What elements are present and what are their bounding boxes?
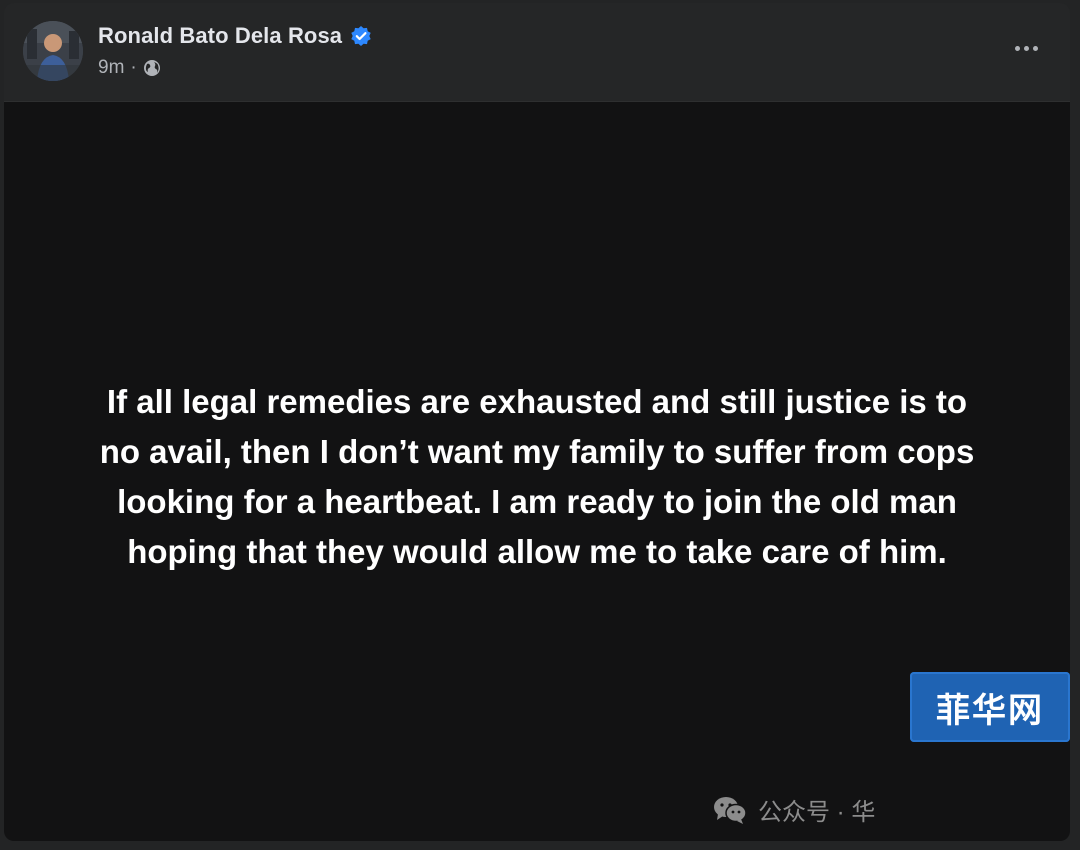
more-options-icon-dot [1023,45,1029,51]
watermark-text: 公众号 · 华 [758,799,876,826]
globe-icon[interactable] [143,59,161,77]
verified-badge-icon [350,25,372,47]
avatar[interactable] [23,21,83,81]
more-options-icon-dot [1032,45,1038,51]
more-options-button[interactable] [1008,33,1044,63]
post-header: Ronald Bato Dela Rosa 9m · [4,3,1070,101]
meta-separator: · [130,57,137,78]
more-options-icon [1014,45,1020,51]
avatar-photo [23,21,83,81]
author-name[interactable]: Ronald Bato Dela Rosa [98,23,342,49]
author-row: Ronald Bato Dela Rosa [98,23,372,49]
post-timestamp[interactable]: 9m [98,57,124,79]
post-text: If all legal remedies are exhausted and … [99,383,975,570]
wechat-icon [712,795,748,825]
site-logo-badge: 菲华网 [910,672,1070,742]
post-meta: 9m · [98,57,161,79]
watermark: 公众号 · 华 [712,792,875,827]
